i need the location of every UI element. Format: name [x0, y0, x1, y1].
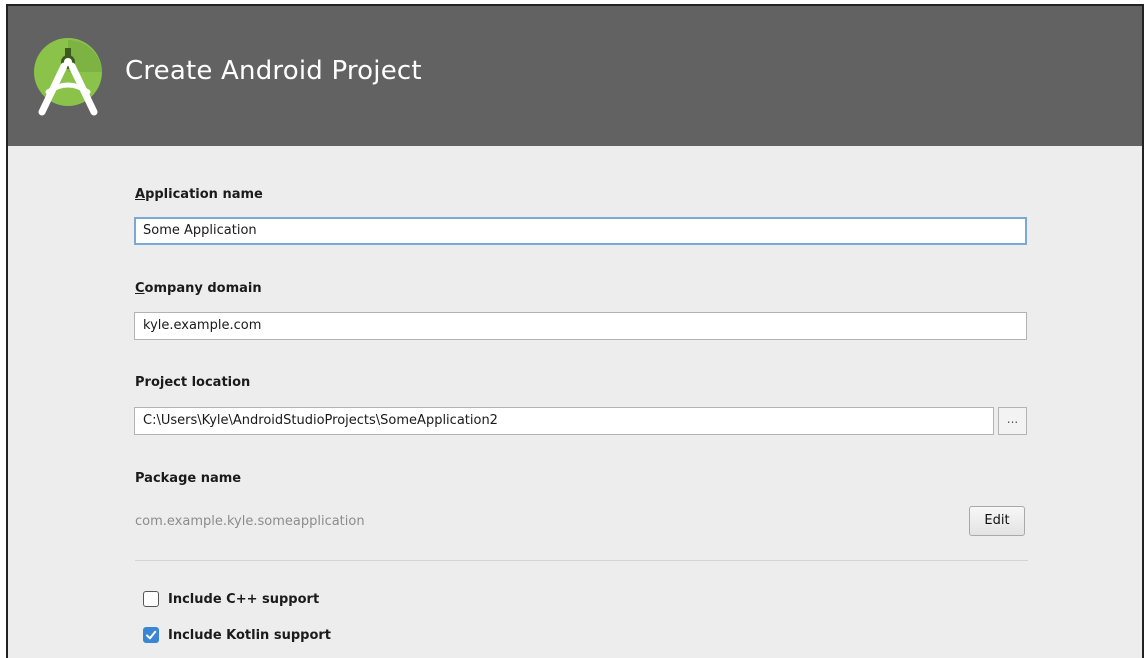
divider: [135, 560, 1028, 561]
include-cpp-checkbox[interactable]: [143, 591, 159, 607]
include-kotlin-checkbox[interactable]: [143, 627, 159, 643]
include-cpp-label: Include C++ support: [168, 592, 320, 607]
company-domain-input[interactable]: kyle.example.com: [134, 312, 1027, 340]
android-studio-logo-icon: [34, 38, 102, 116]
company-domain-label-mnemonic: C: [135, 281, 145, 296]
checkmark-icon: [146, 630, 157, 640]
package-name-value: com.example.kyle.someapplication: [135, 514, 365, 529]
project-location-label: Project location: [135, 375, 251, 390]
package-name-label: Package name: [135, 471, 242, 486]
application-name-label: Application name: [135, 187, 263, 202]
dialog-window: Create Android Project Application name …: [6, 4, 1144, 658]
include-kotlin-label: Include Kotlin support: [168, 628, 332, 643]
edit-package-button[interactable]: Edit: [969, 506, 1025, 536]
project-location-input[interactable]: C:\Users\Kyle\AndroidStudioProjects\Some…: [134, 407, 994, 435]
application-name-input[interactable]: Some Application: [134, 217, 1027, 245]
company-domain-label: Company domain: [135, 281, 262, 296]
dialog-title: Create Android Project: [125, 56, 422, 86]
form-area: Application name Some Application Compan…: [8, 146, 1142, 658]
browse-button[interactable]: ...: [998, 407, 1027, 435]
application-name-label-text: pplication name: [145, 187, 263, 202]
application-name-label-mnemonic: A: [135, 187, 146, 202]
company-domain-label-text: ompany domain: [144, 281, 262, 296]
dialog-header: Create Android Project: [8, 6, 1142, 146]
